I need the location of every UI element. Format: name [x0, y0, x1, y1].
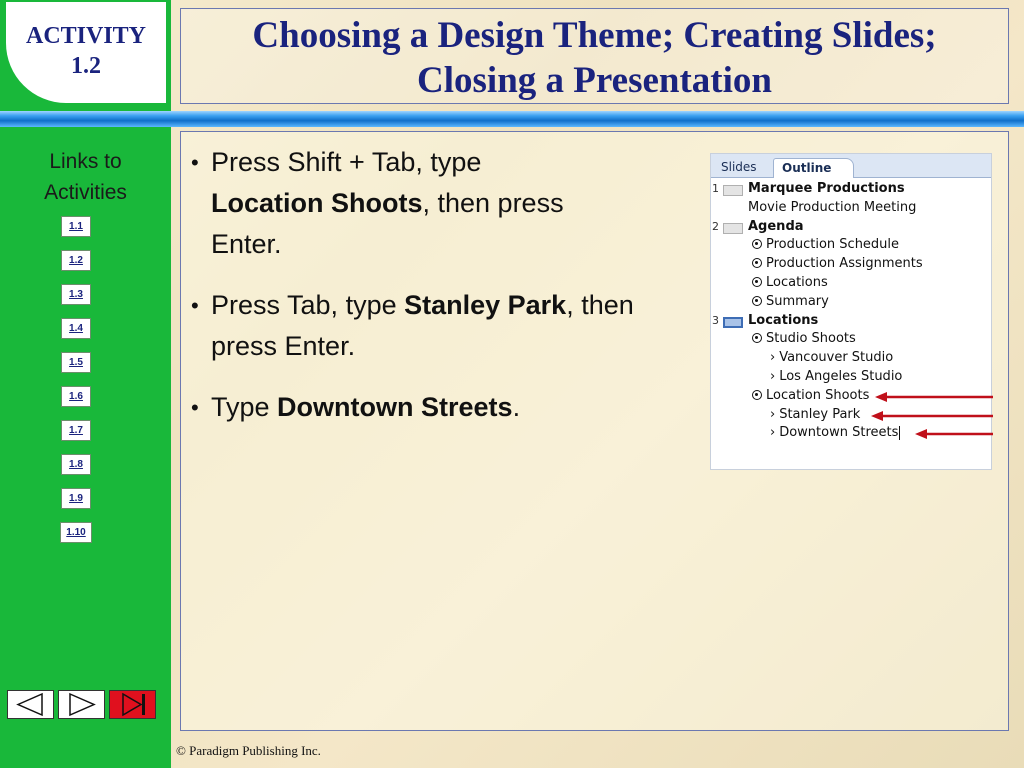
outline-pane: Slides Outline 1 Marquee Productions Mov…	[710, 153, 993, 470]
outline-body: 1 Marquee Productions Movie Production M…	[711, 178, 993, 443]
outline-row[interactable]: Summary	[711, 293, 991, 312]
outline-item-text[interactable]: Vancouver Studio	[779, 350, 893, 365]
instruction-text: .	[512, 392, 521, 422]
slide-title-line2: Closing a Presentation	[417, 60, 772, 101]
outline-slide-title[interactable]: Locations	[748, 312, 818, 331]
slide-thumbnail-icon	[723, 185, 743, 196]
activity-label: ACTIVITY	[25, 23, 147, 49]
instruction-bold-text: Downtown Streets	[277, 392, 513, 422]
outline-item-text[interactable]: Locations	[766, 275, 828, 290]
activity-link-1-7[interactable]: 1.7	[61, 420, 91, 441]
outline-row[interactable]: › Stanley Park	[711, 406, 993, 425]
red-arrow-icon	[875, 391, 993, 402]
instruction-item: Press Shift + Tab, type Location Shoots,…	[189, 142, 574, 265]
instruction-bold-text: Stanley Park	[404, 290, 567, 320]
outline-slide-title[interactable]: Agenda	[748, 218, 804, 237]
outline-row[interactable]: Production Schedule	[711, 236, 991, 255]
outline-item-text[interactable]: Production Schedule	[766, 237, 899, 252]
links-title: Links to Activities	[0, 146, 171, 208]
outline-slide-row[interactable]: 1 Marquee Productions	[711, 180, 991, 199]
instruction-bold-text: Location Shoots	[211, 188, 423, 218]
instruction-item: Press Tab, type Stanley Park, then press…	[189, 285, 669, 367]
activity-number: 1.2	[71, 53, 101, 79]
outline-row[interactable]: Studio Shoots	[711, 330, 991, 349]
links-title-line2: Activities	[44, 181, 127, 204]
outline-subtitle[interactable]: Movie Production Meeting	[748, 199, 916, 218]
text-cursor	[899, 425, 901, 440]
activity-link-1-10[interactable]: 1.10	[60, 522, 92, 543]
outline-item-text[interactable]: Los Angeles Studio	[779, 369, 902, 384]
activity-links: 1.1 1.2 1.3 1.4 1.5 1.6 1.7 1.8 1.9 1.10	[60, 216, 93, 556]
triangle-right-icon	[69, 692, 96, 717]
outline-slide-row[interactable]: 2 Agenda	[711, 218, 991, 237]
outline-row[interactable]: › Los Angeles Studio	[711, 368, 991, 387]
activity-link-1-6[interactable]: 1.6	[61, 386, 91, 407]
activity-badge: ACTIVITY 1.2	[6, 2, 166, 103]
outline-slide-title[interactable]: Marquee Productions	[748, 180, 905, 199]
bullet-icon	[752, 239, 762, 250]
slide-thumbnail-icon	[723, 316, 743, 328]
activity-link-1-3[interactable]: 1.3	[61, 284, 91, 305]
outline-item-text[interactable]: Summary	[766, 294, 829, 309]
red-arrow-icon	[871, 410, 993, 421]
outline-row[interactable]: › Downtown Streets	[711, 424, 993, 443]
outline-row[interactable]: › Vancouver Studio	[711, 349, 991, 368]
bullet-icon	[752, 333, 762, 344]
slide-title: Choosing a Design Theme; Creating Slides…	[180, 8, 1009, 104]
links-title-line1: Links to	[49, 150, 122, 173]
activity-link-1-8[interactable]: 1.8	[61, 454, 91, 475]
instruction-text: Press Tab, type	[211, 290, 405, 320]
instruction-text: Type	[211, 392, 278, 422]
outline-item-text[interactable]: Downtown Streets	[779, 425, 898, 440]
outline-item-text[interactable]: Location Shoots	[766, 388, 869, 403]
end-show-icon	[122, 692, 145, 717]
bullet-icon	[752, 389, 762, 400]
tab-slides[interactable]: Slides	[713, 158, 765, 178]
bullet-icon	[752, 295, 762, 306]
bullet-icon	[752, 276, 762, 287]
outline-item-text[interactable]: Studio Shoots	[766, 331, 856, 346]
chevron-right-icon: ›	[770, 425, 776, 441]
next-slide-button[interactable]	[58, 690, 105, 719]
copyright-footer: © Paradigm Publishing Inc.	[176, 743, 321, 758]
activity-link-1-4[interactable]: 1.4	[61, 318, 91, 339]
outline-item-text[interactable]: Production Assignments	[766, 256, 923, 271]
outline-row[interactable]: Locations	[711, 274, 991, 293]
instruction-list: Press Shift + Tab, type Location Shoots,…	[189, 142, 689, 448]
slide-number: 3	[712, 313, 719, 327]
chevron-right-icon: ›	[770, 350, 776, 366]
tab-outline[interactable]: Outline	[773, 158, 855, 178]
previous-slide-button[interactable]	[7, 690, 54, 719]
slide-navigation	[7, 690, 157, 719]
chevron-right-icon: ›	[770, 368, 776, 384]
outline-row[interactable]: Movie Production Meeting	[711, 199, 991, 218]
outline-row[interactable]: Location Shoots	[711, 387, 993, 406]
slide-number: 2	[712, 219, 719, 233]
activity-link-1-1[interactable]: 1.1	[61, 216, 91, 237]
content-panel: Press Shift + Tab, type Location Shoots,…	[180, 131, 1009, 731]
slide-title-line1: Choosing a Design Theme; Creating Slides…	[252, 15, 937, 56]
red-arrow-icon	[915, 429, 993, 440]
activity-link-1-2[interactable]: 1.2	[61, 250, 91, 271]
activity-link-1-5[interactable]: 1.5	[61, 352, 91, 373]
triangle-left-icon	[16, 692, 43, 717]
outline-row[interactable]: Production Assignments	[711, 255, 991, 274]
end-show-button[interactable]	[109, 690, 156, 719]
instruction-item: Type Downtown Streets.	[189, 387, 689, 428]
instruction-text: Press Shift + Tab, type	[211, 147, 482, 177]
outline-item-text[interactable]: Stanley Park	[779, 407, 860, 422]
chevron-right-icon: ›	[770, 406, 776, 422]
pane-tabs: Slides Outline	[711, 154, 991, 178]
slide-number: 1	[712, 182, 719, 195]
bullet-icon	[752, 258, 762, 269]
activity-link-1-9[interactable]: 1.9	[61, 488, 91, 509]
header-divider	[0, 111, 1024, 127]
slide-thumbnail-icon	[723, 222, 743, 234]
outline-slide-row[interactable]: 3 Locations	[711, 312, 991, 331]
